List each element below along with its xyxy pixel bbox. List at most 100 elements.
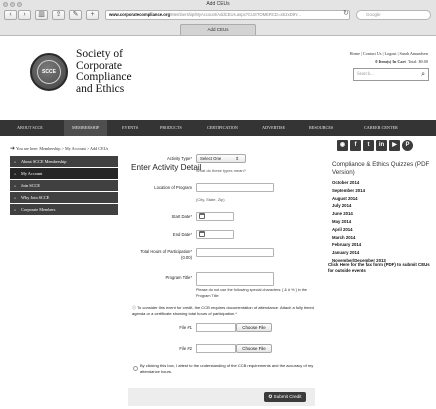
facebook-icon[interactable]: f [350,140,361,151]
scce-logo[interactable]: SCCE [30,53,68,91]
nav-item-membership[interactable]: MEMBERSHIP [64,120,108,136]
nav-item-certification[interactable]: CERTIFICATION [207,120,238,136]
sidebar-item-label: Corporate Members [21,207,56,212]
program-title-input[interactable] [196,272,274,286]
nav-item-advertise[interactable]: ADVERTISE [262,120,285,136]
file2-label: File #2 [179,346,192,351]
quiz-link[interactable]: September 2014 [332,187,430,195]
end-date-label: End Date* [172,232,192,237]
quiz-link[interactable]: January 2014 [332,249,430,257]
sidebar-item-label: About SCCE Membership [21,159,67,164]
submit-icon: ✪ [268,394,273,399]
cart-summary[interactable]: 0 Item(s) In Cart Total: $0.00 [375,59,428,64]
site-search-placeholder: Search... [357,72,374,77]
logo-wordmark[interactable]: Society of Corporate Compliance and Ethi… [76,48,132,95]
nav-item-about[interactable]: ABOUT SCCE [14,120,46,136]
site-header: SCCE Society of Corporate Compliance and… [0,36,436,120]
fax-form-link[interactable]: Click Here for the fax form (PDF) to sub… [328,262,432,274]
linkedin-icon[interactable]: in [376,140,387,151]
total-hours-format: (0.00) [181,255,192,260]
activity-type-value: Select One [200,156,222,161]
new-tab-icon[interactable]: + [86,10,99,20]
calendar-icon[interactable] [199,231,205,237]
logo-line: and Ethics [76,82,125,95]
address-bar[interactable]: www.corporatecompliance.org/Membership/M… [105,10,350,20]
calendar-icon[interactable] [199,213,205,219]
breadcrumb: ➔ You are here: Membership > My Account … [10,145,108,152]
quiz-link[interactable]: April 2014 [332,226,430,234]
page-title: Enter Activity Detail [131,163,202,172]
sidebar-item-label: My Account [21,171,43,176]
quiz-link[interactable]: July 2014 [332,202,430,210]
attest-checkbox[interactable] [133,366,138,371]
window-title: Add CEUs [206,1,230,7]
program-title-label: Program Title* [165,275,192,280]
sidebar-item-about-membership[interactable]: » About SCCE Membership [10,156,118,167]
quiz-link[interactable]: June 2014 [332,210,430,218]
activity-type-label: Activity Type* [166,156,192,161]
chevron-right-icon: » [14,183,16,188]
submit-credit-button[interactable]: ✪ Submit Credit [264,392,306,402]
quiz-title: Compliance & Ethics Quizzes (PDF Version… [332,161,430,176]
nav-item-career-center[interactable]: CAREER CENTER [364,120,398,136]
nav-item-resources[interactable]: RESOURCES [309,120,333,136]
location-input[interactable] [196,183,274,192]
sidebar-item-why-join[interactable]: » Why Join SCCE [10,192,118,203]
rss-icon[interactable]: ◉ [337,140,348,151]
info-icon: ⓘ [132,305,136,310]
chevron-updown-icon: ⇕ [235,156,239,161]
file2-name-field [196,344,236,353]
site-search-input[interactable]: Search... ⌕ [353,68,429,81]
logo-line: Compliance [76,71,132,83]
sidebar-icon[interactable]: ▥ [35,10,48,20]
sidebar-item-corporate-members[interactable]: » Corporate Members [10,204,118,215]
main-nav: ABOUT SCCE MEMBERSHIP EVENTS PRODUCTS CE… [0,120,436,136]
activity-type-select[interactable]: Select One ⇕ [196,154,246,163]
quiz-link[interactable]: February 2014 [332,241,430,249]
logo-line: Society of [76,48,123,60]
browser-search-field[interactable]: Google [356,10,431,20]
file2-choose-button[interactable]: Choose File [236,344,272,353]
ccb-note: ⓘ To consider this event for credit, the… [132,305,318,317]
youtube-icon[interactable]: ▶ [389,140,400,151]
sidebar-item-my-account[interactable]: » My Account [10,168,118,179]
attest-text: By clicking this box, I attest to the un… [140,363,314,374]
nav-item-events[interactable]: EVENTS [122,120,138,136]
file1-label: File #1 [179,325,192,330]
utility-links[interactable]: Home | Contact Us | Logout | Sarah Amund… [350,51,428,56]
chevron-right-icon: » [14,207,16,212]
chevron-right-icon: » [14,171,16,176]
extension-icon[interactable]: ✎ [69,10,82,20]
start-date-label: Start Date* [171,214,192,219]
search-icon[interactable]: ⌕ [421,69,425,80]
location-hint: (City, State, Zip) [196,197,225,202]
quiz-link[interactable]: May 2014 [332,218,430,226]
chevron-right-icon: » [14,195,16,200]
tab-add-ceus[interactable]: Add CEUs [180,24,256,35]
quiz-link[interactable]: October 2014 [332,179,430,187]
breadcrumb-text[interactable]: You are here: Membership > My Account > … [16,146,108,151]
file1-choose-button[interactable]: Choose File [236,323,272,332]
total-hours-input[interactable] [196,248,274,257]
activity-type-help-link[interactable]: What do these types mean? [196,168,246,173]
share-icon[interactable]: ⇪ [52,10,65,20]
program-title-hint: Please do not use the following special … [196,288,308,298]
forward-icon[interactable]: › [18,10,31,20]
twitter-icon[interactable]: t [363,140,374,151]
sidebar-item-label: Join SCCE [21,183,40,188]
browser-chrome: Add CEUs ‹ › ▥ ⇪ ✎ + www.corporatecompli… [0,0,436,36]
logo-abbrev: SCCE [37,60,61,84]
quiz-link[interactable]: March 2014 [332,234,430,242]
back-icon[interactable]: ‹ [4,10,17,20]
pinterest-icon[interactable]: P [402,140,413,151]
cart-count: 0 Item(s) In Cart [375,59,406,64]
sidebar-item-join[interactable]: » Join SCCE [10,180,118,191]
ccb-note-text: To consider this event for credit, the C… [132,305,314,316]
browser-toolbar: ‹ › ▥ ⇪ ✎ + www.corporatecompliance.org/… [0,9,436,23]
url-host: www.corporatecompliance.org [109,12,171,17]
arrow-right-icon: ➔ [10,146,16,152]
reload-icon[interactable]: ↻ [343,9,349,17]
quiz-link[interactable]: August 2014 [332,195,430,203]
nav-item-products[interactable]: PRODUCTS [160,120,182,136]
total-hours-label: Total Hours of Participation* [140,249,192,254]
